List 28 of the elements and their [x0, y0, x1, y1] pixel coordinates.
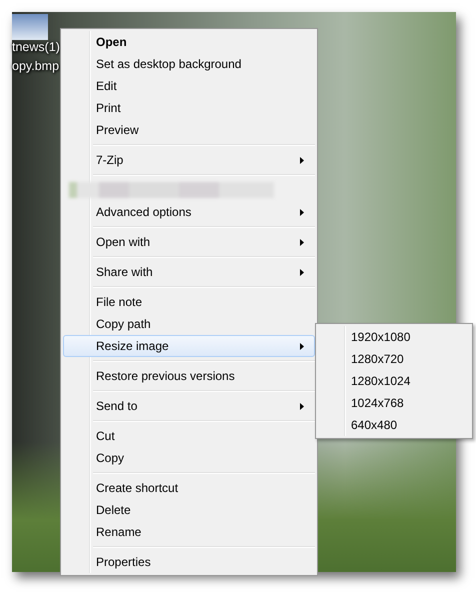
menu-item[interactable]: Copy [63, 447, 315, 469]
menu-item[interactable]: Restore previous versions [63, 365, 315, 387]
menu-item[interactable]: Open with [63, 231, 315, 253]
menu-item[interactable]: File note [63, 291, 315, 313]
menu-item[interactable]: Preview [63, 119, 315, 141]
menu-item[interactable]: Resize image [63, 335, 315, 357]
submenu-item[interactable]: 1920x1080 [318, 326, 470, 348]
menu-item[interactable]: Print [63, 97, 315, 119]
menu-item[interactable]: Advanced options [63, 201, 315, 223]
menu-item[interactable]: Set as desktop background [63, 53, 315, 75]
menu-item[interactable]: Send to [63, 395, 315, 417]
image-thumbnail[interactable] [12, 14, 48, 40]
file-name-label[interactable]: tnews(1) [12, 38, 60, 57]
submenu-item[interactable]: 1024x768 [318, 392, 470, 414]
menu-item[interactable]: Copy path [63, 313, 315, 335]
menu-item[interactable]: 7-Zip [63, 149, 315, 171]
menu-item[interactable]: Open [63, 31, 315, 53]
submenu-item[interactable]: 1280x1024 [318, 370, 470, 392]
menu-item[interactable]: Create shortcut [63, 477, 315, 499]
menu-item[interactable]: Delete [63, 499, 315, 521]
menu-item[interactable]: Cut [63, 425, 315, 447]
submenu-item[interactable]: 640x480 [318, 414, 470, 436]
menu-item[interactable]: Share with [63, 261, 315, 283]
menu-item[interactable]: Edit [63, 75, 315, 97]
menu-item[interactable]: Properties [63, 551, 315, 573]
submenu-item[interactable]: 1280x720 [318, 348, 470, 370]
file-name-label[interactable]: opy.bmp [12, 57, 60, 76]
menu-item[interactable]: Rename [63, 521, 315, 543]
